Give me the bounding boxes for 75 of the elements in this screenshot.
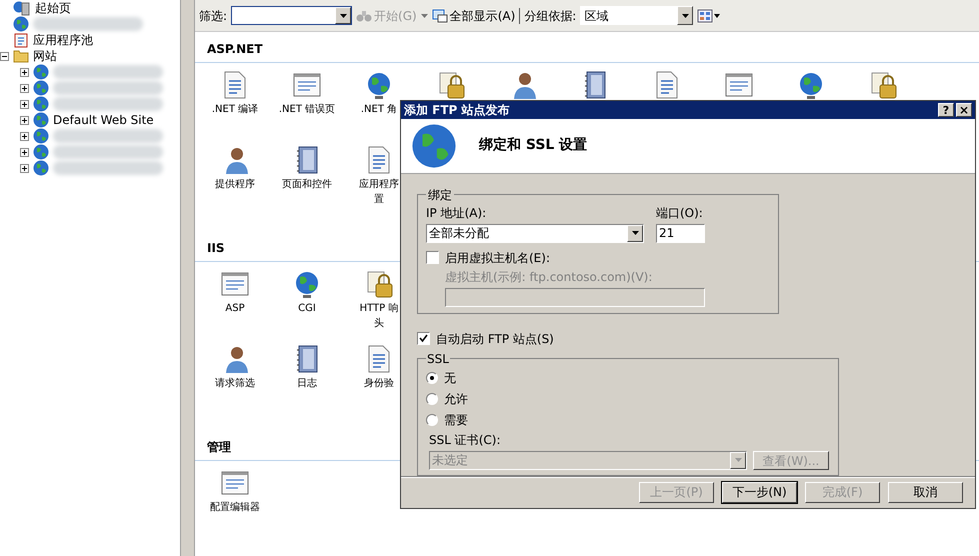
feature-label[interactable]: .NET 编译	[212, 104, 258, 116]
feature-label[interactable]: 置	[374, 194, 384, 206]
feature-label[interactable]: 页面和控件	[282, 179, 332, 191]
field-label: IP 地址(A):	[426, 204, 488, 222]
step-heading: 绑定和 SSL 设置	[479, 136, 588, 156]
feature-label[interactable]: 配置编辑器	[210, 502, 260, 514]
checkbox-label[interactable]: 自动启动 FTP 站点(S)	[436, 330, 554, 348]
document-icon	[13, 32, 29, 48]
section-heading: 管理	[207, 440, 231, 454]
list-icon	[432, 8, 448, 22]
feature-label[interactable]: 请求筛选	[215, 378, 255, 390]
globe-icon	[411, 122, 457, 169]
group-legend: 绑定	[426, 186, 454, 204]
globe-icon	[33, 80, 49, 96]
tree-item[interactable]: Default Web Site	[53, 111, 154, 129]
collapse-icon[interactable]	[0, 52, 9, 60]
field-label: SSL 证书(C):	[429, 432, 502, 449]
server-icon	[13, 0, 31, 16]
feature-label[interactable]: HTTP 响	[360, 303, 398, 315]
radio-button[interactable]	[426, 414, 438, 426]
globe-icon	[33, 96, 49, 112]
feature-label[interactable]: ASP	[225, 303, 245, 315]
field-label: 端口(O):	[656, 204, 704, 222]
globe-icon	[33, 160, 49, 176]
expand-icon[interactable]	[20, 164, 29, 172]
wizard-button[interactable]: 取消	[888, 482, 963, 503]
binoculars-icon	[356, 8, 372, 22]
group-legend: SSL	[426, 350, 450, 368]
radio-label[interactable]: 无	[444, 369, 456, 388]
tree-item[interactable]: 应用程序池	[33, 31, 93, 49]
filter-field[interactable]	[231, 6, 352, 25]
feature-label[interactable]: 身份验	[364, 378, 394, 390]
field-label: 虚拟主机(示例: ftp.contoso.com)(V):	[445, 268, 654, 286]
radio-button[interactable]	[426, 393, 438, 406]
close-button[interactable]: ×	[956, 103, 972, 117]
tree-item[interactable]: 起始页	[35, 0, 71, 17]
feature-label[interactable]: 日志	[297, 378, 317, 390]
help-button[interactable]: ?	[938, 103, 954, 117]
expand-icon[interactable]	[20, 148, 29, 156]
filter-label: 筛选:	[199, 8, 228, 24]
feature-label[interactable]: CGI	[298, 303, 316, 315]
globe-icon	[33, 128, 49, 144]
section-heading: IIS	[207, 241, 225, 255]
feature-label[interactable]: 应用程序	[359, 179, 399, 191]
caret-icon[interactable]	[420, 14, 428, 18]
globe-icon	[33, 64, 49, 80]
feature-label[interactable]: .NET 角	[360, 104, 398, 116]
globe-icon	[13, 16, 29, 32]
radio-label[interactable]: 允许	[444, 390, 468, 408]
feature-label[interactable]: .NET 错误页	[278, 104, 336, 116]
globe-icon	[33, 144, 49, 160]
radio-label[interactable]: 需要	[444, 411, 468, 430]
expand-icon[interactable]	[20, 132, 29, 140]
checkbox-label[interactable]: 启用虚拟主机名(E):	[445, 248, 550, 267]
wizard-button[interactable]: 下一步(N)	[722, 482, 797, 503]
view-icon[interactable]	[697, 8, 722, 22]
checkbox[interactable]	[417, 332, 430, 346]
ip-address-select[interactable]: 全部未分配	[426, 224, 644, 243]
expand-icon[interactable]	[20, 84, 29, 92]
feature-label[interactable]: 头	[374, 318, 384, 330]
radio-button[interactable]	[426, 372, 438, 384]
dialog-title: 添加 FTP 站点发布	[404, 102, 510, 119]
expand-icon[interactable]	[20, 100, 29, 108]
group-by-label: 分组依据:	[524, 8, 576, 24]
expand-icon[interactable]	[20, 68, 29, 76]
globe-icon	[33, 112, 49, 128]
group-by-select[interactable]: 区域	[580, 6, 694, 25]
checkbox[interactable]	[426, 251, 439, 264]
feature-label[interactable]: 提供程序	[215, 179, 255, 191]
show-all-button[interactable]: 全部显示(A)	[432, 6, 516, 24]
port-field[interactable]: 21	[656, 224, 705, 243]
expand-icon[interactable]	[20, 116, 29, 124]
section-heading: ASP.NET	[207, 42, 263, 56]
tree-item[interactable]: 网站	[33, 47, 57, 65]
folder-icon	[13, 48, 29, 64]
